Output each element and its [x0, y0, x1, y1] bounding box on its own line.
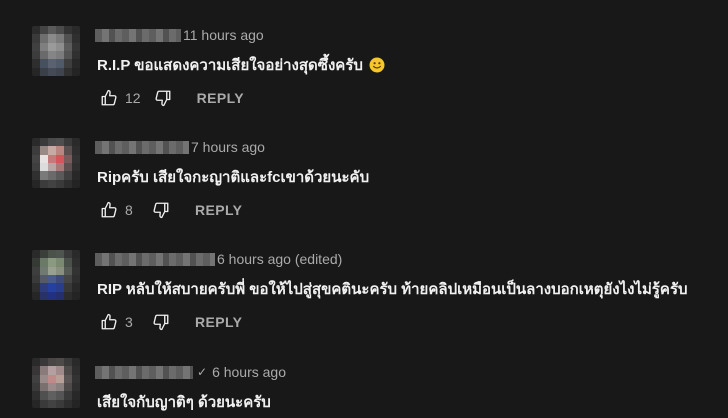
author-name-blurred[interactable] — [95, 140, 189, 154]
comment-text-content: Ripครับ เสียใจกะญาติและfcเขาด้วยนะคับ — [97, 169, 370, 186]
comment-text-content: เสียใจกับญาติๆ ด้วยนะครับ — [97, 394, 271, 411]
comment-header: 6 hours ago (edited) — [95, 250, 342, 268]
comment-text: RIP หลับให้สบายครับพี่ ขอให้ไปสู่สุขคติน… — [97, 277, 688, 301]
avatar[interactable] — [32, 250, 80, 300]
comment-timestamp[interactable]: 6 hours ago (edited) — [217, 251, 342, 267]
author-name-blurred[interactable] — [95, 252, 215, 266]
comment-header: 11 hours ago — [95, 26, 264, 44]
check-icon: ✓ — [197, 365, 208, 379]
dislike-button[interactable] — [151, 200, 171, 220]
like-button[interactable] — [99, 200, 119, 220]
thumbs-up-icon — [101, 201, 117, 218]
avatar[interactable] — [32, 26, 80, 76]
like-count: 8 — [125, 202, 133, 218]
comment-text-content: R.I.P ขอแสดงความเสียใจอย่างสุดซึ้งครับ — [97, 57, 363, 74]
comment-timestamp[interactable]: 6 hours ago — [212, 364, 286, 380]
thumbs-down-icon — [153, 202, 169, 219]
comment-header: ✓ 6 hours ago — [95, 363, 286, 381]
dislike-button[interactable] — [151, 312, 171, 332]
thumbs-down-icon — [155, 90, 171, 107]
like-button[interactable] — [99, 88, 119, 108]
comment-text: R.I.P ขอแสดงความเสียใจอย่างสุดซึ้งครับ — [97, 53, 385, 77]
comment-actions: 3 REPLY — [99, 310, 242, 334]
author-name-blurred[interactable] — [95, 365, 193, 379]
reply-button[interactable]: REPLY — [197, 90, 244, 106]
comment-text-content: RIP หลับให้สบายครับพี่ ขอให้ไปสู่สุขคติน… — [97, 281, 688, 298]
comment-timestamp[interactable]: 7 hours ago — [191, 139, 265, 155]
like-count: 3 — [125, 314, 133, 330]
comment-list: 11 hours ago R.I.P ขอแสดงความเสียใจอย่าง… — [0, 0, 728, 418]
thumbs-up-icon — [101, 89, 117, 106]
avatar[interactable] — [32, 138, 80, 188]
like-count: 12 — [125, 90, 141, 106]
like-button[interactable] — [99, 312, 119, 332]
author-name-blurred[interactable] — [95, 28, 181, 42]
reply-button[interactable]: REPLY — [195, 202, 242, 218]
reply-button[interactable]: REPLY — [195, 314, 242, 330]
slightly-smiling-face-icon — [369, 57, 385, 73]
comment-actions: 8 REPLY — [99, 198, 242, 222]
dislike-button[interactable] — [153, 88, 173, 108]
thumbs-down-icon — [153, 314, 169, 331]
comment-header: 7 hours ago — [95, 138, 265, 156]
comment-text: Ripครับ เสียใจกะญาติและfcเขาด้วยนะคับ — [97, 165, 369, 189]
avatar[interactable] — [32, 358, 80, 408]
comment-timestamp[interactable]: 11 hours ago — [183, 27, 264, 43]
comment-text: เสียใจกับญาติๆ ด้วยนะครับ — [97, 390, 271, 414]
comment-actions: 12 REPLY — [99, 86, 244, 110]
thumbs-up-icon — [101, 313, 117, 330]
